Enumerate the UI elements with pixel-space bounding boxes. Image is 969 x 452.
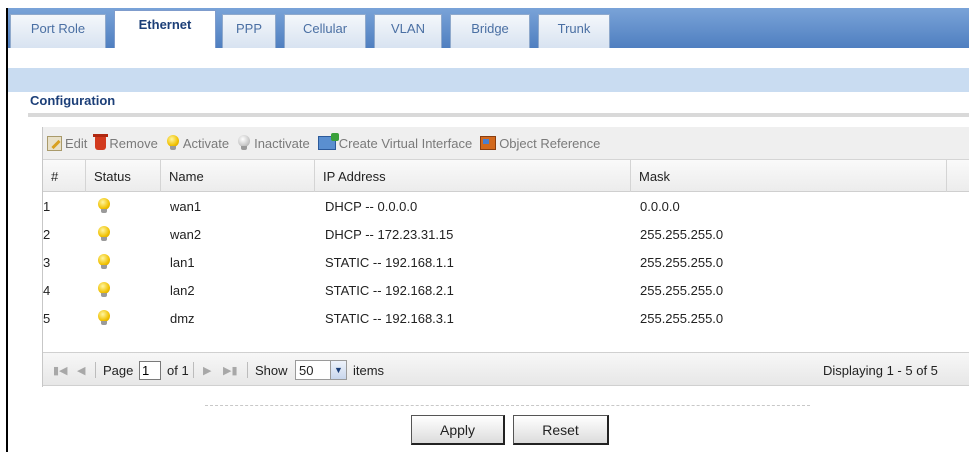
name-cell: wan2 [170, 226, 202, 242]
tab-ppp[interactable]: PPP [222, 14, 276, 48]
table-header: # Status Name IP Address Mask [43, 160, 969, 192]
page-input-wrap [139, 353, 161, 387]
column-header-mask[interactable]: Mask [631, 160, 947, 192]
table-row[interactable]: 4 lan2 STATIC -- 192.168.2.1 255.255.255… [43, 276, 969, 304]
ip-address-cell: DHCP -- 0.0.0.0 [325, 198, 418, 214]
show-label: Show [255, 362, 288, 378]
name-cell: wan1 [170, 198, 202, 214]
status-cell [97, 304, 111, 332]
tab-cellular[interactable]: Cellular [284, 14, 366, 48]
page-size-select-wrap: 50 ▼ [295, 353, 347, 387]
name-cell: lan2 [170, 282, 195, 298]
table-row[interactable]: 5 dmz STATIC -- 192.168.3.1 255.255.255.… [43, 304, 969, 332]
name-cell: lan1 [170, 254, 195, 270]
create-virtual-interface-label: Create Virtual Interface [338, 135, 473, 151]
pager-separator [95, 362, 96, 378]
object-reference-button[interactable]: Object Reference [480, 136, 600, 151]
mask-cell: 255.255.255.0 [640, 226, 724, 242]
page-label: Page [103, 362, 134, 378]
inactivate-label: Inactivate [254, 135, 310, 151]
pager-separator [193, 362, 194, 378]
object-reference-icon [480, 136, 497, 150]
table-row[interactable]: 1 wan1 DHCP -- 0.0.0.0 0.0.0.0 [43, 192, 969, 220]
items-label: items [353, 362, 385, 378]
column-header-ip-address[interactable]: IP Address [315, 160, 631, 192]
row-number: 2 [43, 226, 51, 242]
column-header-number[interactable]: # [43, 160, 86, 192]
section-divider [28, 113, 969, 117]
table-row[interactable]: 2 wan2 DHCP -- 172.23.31.15 255.255.255.… [43, 220, 969, 248]
lightbulb-on-icon [166, 135, 180, 151]
inactivate-button[interactable]: Inactivate [237, 135, 310, 151]
next-page-icon[interactable]: ▶ [203, 353, 211, 387]
tab-trunk[interactable]: Trunk [538, 14, 610, 48]
activate-button[interactable]: Activate [166, 135, 229, 151]
mask-cell: 0.0.0.0 [640, 198, 680, 214]
ip-address-cell: STATIC -- 192.168.1.1 [325, 254, 454, 270]
lightbulb-on-icon [97, 254, 111, 270]
reset-button[interactable]: Reset [513, 415, 609, 445]
edit-icon [47, 135, 62, 151]
row-number: 1 [43, 198, 51, 214]
create-interface-icon [317, 133, 339, 150]
page-size-value: 50 [299, 362, 314, 378]
remove-label: Remove [109, 135, 158, 151]
displaying-summary: Displaying 1 - 5 of 5 [823, 362, 938, 378]
table-row[interactable]: 3 lan1 STATIC -- 192.168.1.1 255.255.255… [43, 248, 969, 276]
page-count-label: of 1 [167, 362, 189, 378]
trash-icon [93, 134, 109, 150]
activate-label: Activate [182, 135, 230, 151]
row-number: 5 [43, 310, 51, 326]
column-header-name[interactable]: Name [161, 160, 315, 192]
status-cell [97, 248, 111, 276]
edit-button[interactable]: Edit [47, 135, 88, 151]
previous-page-icon[interactable]: ◀ [77, 353, 85, 387]
button-divider [205, 405, 810, 406]
tab-ethernet[interactable]: Ethernet [114, 10, 216, 48]
edit-label: Edit [65, 135, 88, 151]
pagination-bar: ▮◀ ◀ Page of 1 ▶ ▶▮ Show 50 ▼ items Disp… [43, 352, 969, 386]
row-number: 4 [43, 282, 51, 298]
header-stripe [8, 68, 969, 92]
ip-address-cell: STATIC -- 192.168.3.1 [325, 310, 454, 326]
tab-port-role[interactable]: Port Role [10, 14, 106, 48]
lightbulb-on-icon [97, 282, 111, 298]
status-cell [97, 220, 111, 248]
apply-button[interactable]: Apply [411, 415, 505, 445]
ip-address-cell: STATIC -- 192.168.2.1 [325, 282, 454, 298]
status-cell [97, 276, 111, 304]
mask-cell: 255.255.255.0 [640, 254, 724, 270]
tab-bar: Port Role Ethernet PPP Cellular VLAN Bri… [8, 8, 969, 48]
ip-address-cell: DHCP -- 172.23.31.15 [325, 226, 454, 242]
page-number-input[interactable] [139, 360, 161, 380]
mask-cell: 255.255.255.0 [640, 310, 724, 326]
mask-cell: 255.255.255.0 [640, 282, 724, 298]
lightbulb-on-icon [97, 310, 111, 326]
top-band [0, 0, 969, 8]
create-virtual-interface-button[interactable]: Create Virtual Interface [317, 133, 473, 151]
header-band [8, 48, 969, 92]
page-size-select[interactable]: 50 ▼ [295, 360, 347, 380]
remove-button[interactable]: Remove [93, 134, 158, 151]
tab-bridge[interactable]: Bridge [450, 14, 530, 48]
last-page-icon[interactable]: ▶▮ [223, 353, 238, 387]
chevron-down-icon[interactable]: ▼ [330, 361, 346, 379]
pager-separator [247, 362, 248, 378]
status-cell [97, 192, 111, 220]
first-page-icon[interactable]: ▮◀ [53, 353, 68, 387]
lightbulb-on-icon [97, 226, 111, 242]
section-title: Configuration [30, 93, 116, 108]
toolbar: Edit Remove Activate Inactivate Create V… [43, 127, 969, 160]
row-number: 3 [43, 254, 51, 270]
name-cell: dmz [170, 310, 195, 326]
interface-panel: Edit Remove Activate Inactivate Create V… [42, 127, 969, 387]
tab-vlan[interactable]: VLAN [374, 14, 442, 48]
lightbulb-off-icon [237, 135, 251, 151]
object-reference-label: Object Reference [499, 135, 601, 151]
lightbulb-on-icon [97, 198, 111, 214]
column-header-status[interactable]: Status [86, 160, 161, 192]
